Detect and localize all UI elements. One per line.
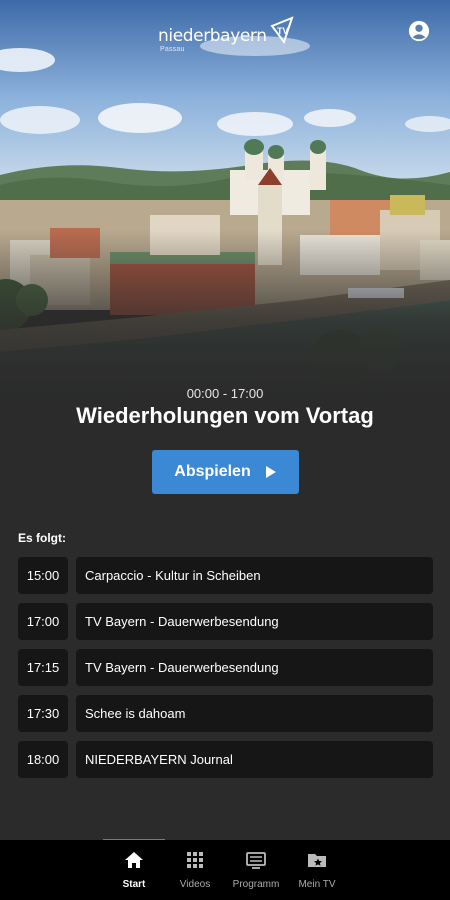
nav-item-label: Mein TV <box>298 879 336 890</box>
schedule-title: TV Bayern - Dauerwerbesendung <box>76 603 433 640</box>
schedule-list: 15:00 Carpaccio - Kultur in Scheiben 17:… <box>18 557 433 787</box>
hero-image <box>0 0 450 400</box>
nav-item-label: Programm <box>232 879 280 890</box>
schedule-title: NIEDERBAYERN Journal <box>76 741 433 778</box>
folder-star-icon <box>308 854 326 867</box>
schedule-row[interactable]: 17:00 TV Bayern - Dauerwerbesendung <box>18 603 433 640</box>
nav-item-label: Videos <box>179 879 211 890</box>
tv-guide-icon <box>246 852 266 869</box>
current-show-title: Wiederholungen vom Vortag <box>76 403 374 428</box>
schedule-time: 18:00 <box>18 741 68 778</box>
current-show-time: 00:00 - 17:00 <box>186 386 264 401</box>
schedule-title: TV Bayern - Dauerwerbesendung <box>76 649 433 686</box>
schedule-title: Carpaccio - Kultur in Scheiben <box>76 557 433 594</box>
channel-logo[interactable]: niederbayern TV Passau <box>158 14 298 53</box>
schedule-time: 17:00 <box>18 603 68 640</box>
play-button-label: Abspielen <box>174 463 251 480</box>
grid-icon <box>187 852 203 868</box>
nav-item-start[interactable]: Start <box>103 840 165 900</box>
nav-item-programm[interactable]: Programm <box>225 840 287 900</box>
bottom-navigation: Start Videos Programm Mein TV <box>0 840 450 900</box>
schedule-row[interactable]: 15:00 Carpaccio - Kultur in Scheiben <box>18 557 433 594</box>
logo-subtitle: Passau <box>160 46 185 53</box>
schedule-time: 15:00 <box>18 557 68 594</box>
schedule-row[interactable]: 18:00 NIEDERBAYERN Journal <box>18 741 433 778</box>
nav-item-videos[interactable]: Videos <box>164 840 226 900</box>
schedule-time: 17:15 <box>18 649 68 686</box>
next-up-heading: Es folgt: <box>18 531 66 545</box>
home-icon <box>125 852 143 868</box>
schedule-row[interactable]: 17:30 Schee is dahoam <box>18 695 433 732</box>
nav-item-mein-tv[interactable]: Mein TV <box>286 840 348 900</box>
nav-item-label: Start <box>122 879 146 890</box>
tv-logo-icon: TV <box>270 16 294 44</box>
schedule-time: 17:30 <box>18 695 68 732</box>
hero-fade-overlay <box>0 230 450 400</box>
play-button[interactable]: Abspielen <box>152 450 299 494</box>
account-circle-icon[interactable] <box>408 20 430 42</box>
svg-text:TV: TV <box>277 26 289 36</box>
logo-text: niederbayern <box>158 26 267 46</box>
top-bar: niederbayern TV Passau <box>0 0 450 60</box>
schedule-row[interactable]: 17:15 TV Bayern - Dauerwerbesendung <box>18 649 433 686</box>
play-icon <box>265 466 276 478</box>
schedule-title: Schee is dahoam <box>76 695 433 732</box>
